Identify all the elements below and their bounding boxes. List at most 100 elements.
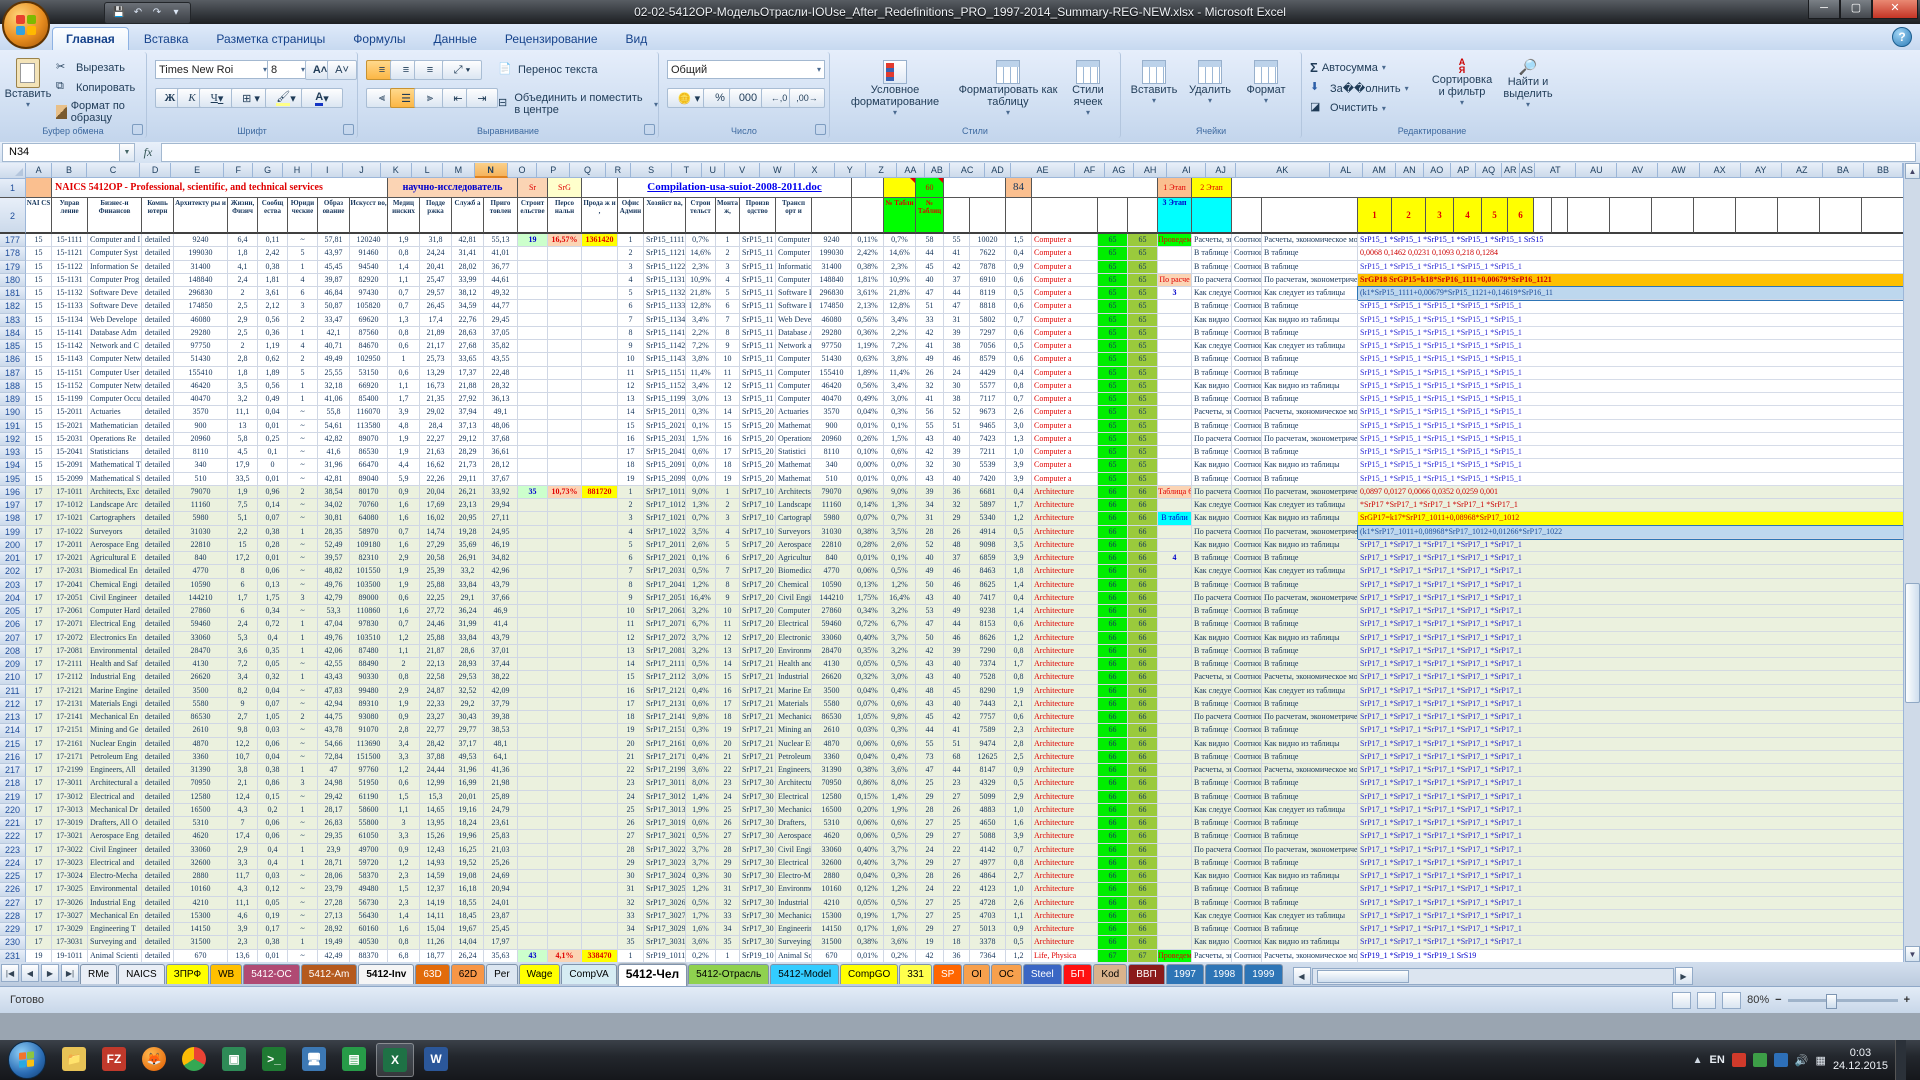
cell[interactable]: Computer Hard	[88, 605, 142, 618]
cell[interactable]: 338470	[582, 950, 618, 963]
cell[interactable]: 0,56	[258, 380, 288, 393]
cell[interactable]: 0,7	[388, 618, 420, 631]
cell[interactable]: 0,03	[258, 870, 288, 883]
cell[interactable]: 4,6	[228, 910, 258, 923]
cell[interactable]: 66	[1098, 605, 1128, 618]
cell[interactable]: 22,25	[420, 592, 452, 605]
cell[interactable]: SrP15_11	[740, 261, 776, 274]
cell[interactable]: Computer a	[1032, 353, 1098, 366]
formula-strip-cell[interactable]: SrP17_1 *SrP17_1 *SrP17_1 *SrP17_1 *SrP1…	[1358, 632, 1903, 645]
cell[interactable]: 26	[716, 817, 740, 830]
cell[interactable]: 28470	[812, 645, 852, 658]
cell[interactable]: 0,19%	[852, 910, 884, 923]
cell[interactable]: 9240	[812, 234, 852, 247]
cell[interactable]: Computer P	[776, 274, 812, 287]
font-name-combo[interactable]: Times New Roi▾	[155, 60, 271, 79]
cell[interactable]: 0,9	[1006, 764, 1032, 777]
cell[interactable]: Software D	[776, 300, 812, 313]
cell[interactable]	[518, 261, 548, 274]
cell[interactable]: В таблице	[1262, 605, 1358, 618]
column-header-I[interactable]: I	[312, 163, 343, 178]
cell[interactable]: 0,96	[258, 486, 288, 499]
cell[interactable]: В таблице	[1262, 618, 1358, 631]
cell[interactable]	[548, 844, 582, 857]
cell[interactable]: 3500	[174, 685, 228, 698]
cell[interactable]: Архитекту ры и	[174, 198, 228, 234]
cell[interactable]: 17,69	[420, 499, 452, 512]
cell[interactable]: 12	[618, 380, 644, 393]
vertical-scrollbar[interactable]: ▲ ▼	[1903, 163, 1920, 962]
cell[interactable]: ~	[288, 870, 318, 883]
autosum-button[interactable]: ΣАвтосумма▾	[1310, 60, 1386, 75]
cell[interactable]: SrP17_3029	[644, 923, 686, 936]
cell[interactable]: 12	[618, 632, 644, 645]
column-header-D[interactable]: D	[140, 163, 171, 178]
cell[interactable]: 86530	[174, 711, 228, 724]
cell[interactable]: SrP17_30	[740, 936, 776, 949]
cell[interactable]: Соотнош	[1232, 473, 1262, 486]
cell[interactable]: 84	[1006, 178, 1032, 198]
cell[interactable]: detailed	[142, 936, 174, 949]
cell[interactable]: 12625	[970, 751, 1006, 764]
cell[interactable]: 0,05%	[852, 897, 884, 910]
cell[interactable]	[582, 658, 618, 671]
cell[interactable]: 31400	[174, 261, 228, 274]
cell[interactable]: 7056	[970, 340, 1006, 353]
cell[interactable]: 13	[228, 420, 258, 433]
cell[interactable]: Служб а	[452, 198, 484, 234]
cell[interactable]: 1,6	[388, 499, 420, 512]
cell[interactable]: 6910	[970, 274, 1006, 287]
cell[interactable]: SrP17_20	[740, 539, 776, 552]
cell[interactable]: По расчетам	[1192, 711, 1232, 724]
cell[interactable]: 3,7%	[884, 857, 916, 870]
cell[interactable]: 65	[1128, 327, 1158, 340]
cell[interactable]: Architecture	[1032, 711, 1098, 724]
cell[interactable]: SrP15_2031	[644, 433, 686, 446]
cell[interactable]: 58370	[350, 870, 388, 883]
row-header-186[interactable]: 186	[0, 353, 26, 366]
cell[interactable]: 17	[26, 539, 52, 552]
cell[interactable]: Соотнош	[1232, 632, 1262, 645]
cell[interactable]	[1158, 539, 1192, 552]
cell[interactable]: SrP17_3022	[644, 844, 686, 857]
formula-strip-cell[interactable]: SrP17_1 *SrP17_1 *SrP17_1 *SrP17_1 *SrP1…	[1358, 751, 1903, 764]
cell[interactable]: 2,5	[1006, 751, 1032, 764]
cell[interactable]: Таблица 65	[1158, 486, 1192, 499]
cell[interactable]: SrP15_20	[740, 420, 776, 433]
cell[interactable]: detailed	[142, 247, 174, 260]
cell[interactable]: 24	[944, 367, 970, 380]
cell[interactable]: 9	[618, 592, 644, 605]
cell[interactable]	[582, 764, 618, 777]
sheet-tab-last-icon[interactable]: ▶|	[61, 964, 79, 982]
cell[interactable]: 1,8	[1006, 565, 1032, 578]
cell[interactable]: 48,82	[318, 565, 350, 578]
cell[interactable]: 59460	[812, 618, 852, 631]
cell[interactable]: 37,94	[452, 406, 484, 419]
cell[interactable]: Строи тельст	[686, 198, 716, 234]
cell[interactable]	[548, 420, 582, 433]
cell[interactable]: 7,2%	[686, 340, 716, 353]
cell[interactable]: 15	[26, 473, 52, 486]
cell[interactable]: Соотнош	[1232, 738, 1262, 751]
cell[interactable]: 26	[944, 526, 970, 539]
cell[interactable]: 53	[916, 605, 944, 618]
cell[interactable]: 0,5%	[686, 565, 716, 578]
cell[interactable]: 0,4%	[686, 685, 716, 698]
cell[interactable]: SrP17_20	[740, 579, 776, 592]
cell[interactable]: 42,81	[318, 473, 350, 486]
cell[interactable]: ~	[288, 459, 318, 472]
cell[interactable]: 4650	[970, 817, 1006, 830]
cell[interactable]	[1158, 883, 1192, 896]
cell[interactable]: По расчетам, эконометрические модели таб…	[1262, 274, 1358, 287]
row-header-215[interactable]: 215	[0, 738, 26, 751]
cell[interactable]: 16	[618, 685, 644, 698]
cell[interactable]: SrP17_3011	[644, 777, 686, 790]
cell[interactable]: SrP15_11	[740, 274, 776, 287]
cell[interactable]: 46420	[174, 380, 228, 393]
cell[interactable]: Architecture	[1032, 671, 1098, 684]
cell[interactable]: 42	[916, 446, 944, 459]
normal-view-icon[interactable]	[1672, 992, 1691, 1009]
cell[interactable]: 15-1143	[52, 353, 88, 366]
cell[interactable]: 0,01%	[852, 950, 884, 963]
cell[interactable]: 0,13	[258, 579, 288, 592]
